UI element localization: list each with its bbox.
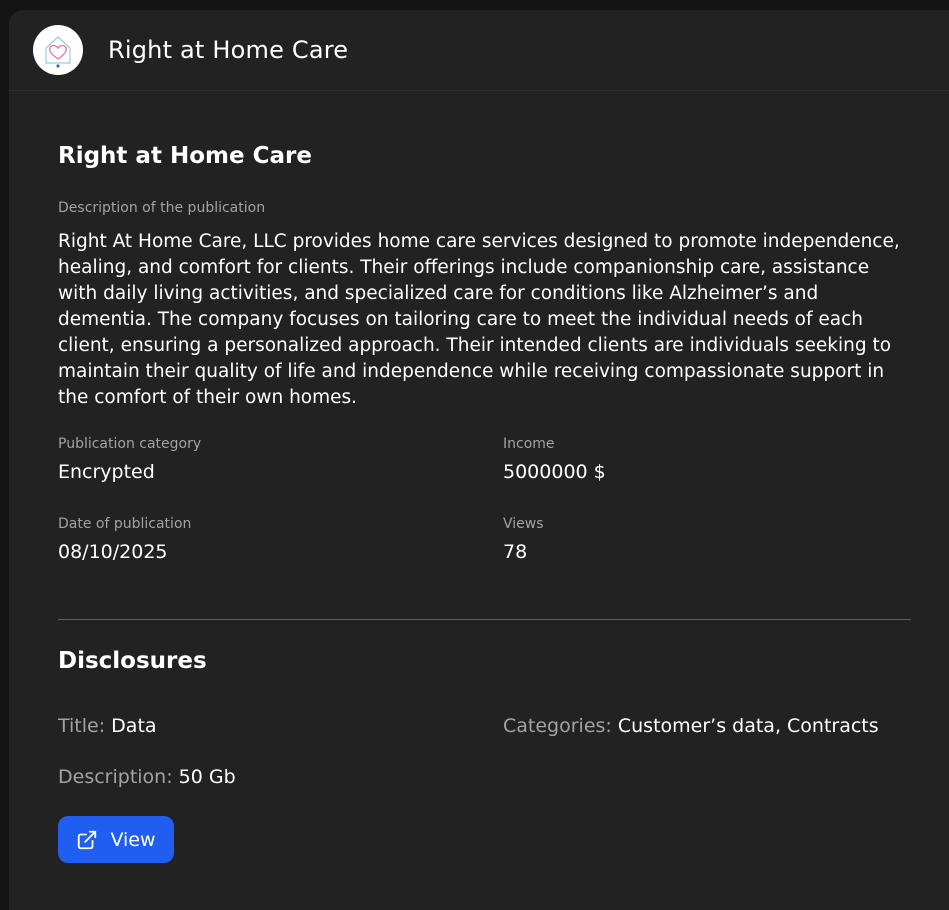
disclosure-description-key: Description:	[58, 766, 173, 788]
category-label: Publication category	[58, 436, 202, 452]
view-button-label: View	[110, 828, 156, 851]
views-field: Views 78	[503, 516, 544, 563]
disclosure-title-value: Data	[111, 715, 157, 737]
description-label: Description of the publication	[58, 200, 266, 216]
heart-house-logo-icon	[45, 36, 71, 68]
views-label: Views	[503, 516, 544, 532]
date-field: Date of publication 08/10/2025	[58, 516, 191, 563]
disclosure-description-value: 50 Gb	[178, 766, 236, 788]
date-label: Date of publication	[58, 516, 192, 532]
header-title: Right at Home Care	[108, 36, 349, 64]
view-button[interactable]: View	[58, 816, 174, 863]
category-field: Publication category Encrypted	[58, 436, 201, 483]
category-value: Encrypted	[58, 461, 155, 483]
disclosure-title: Title: Data	[58, 715, 157, 737]
company-logo	[33, 25, 83, 75]
disclosure-title-key: Title:	[58, 715, 106, 737]
income-label: Income	[503, 436, 555, 452]
card-header: Right at Home Care	[9, 10, 949, 91]
external-link-icon	[76, 829, 98, 851]
disclosure-categories-value: Customer’s data, Contracts	[617, 715, 879, 737]
section-divider	[58, 619, 911, 620]
disclosures-heading: Disclosures	[58, 648, 207, 674]
views-value: 78	[503, 541, 528, 563]
income-value: 5000000 $	[503, 461, 606, 483]
income-field: Income 5000000 $	[503, 436, 606, 483]
publication-card: Right at Home Care Right at Home Care De…	[9, 10, 949, 910]
publication-title: Right at Home Care	[58, 143, 312, 169]
disclosure-categories-key: Categories:	[503, 715, 612, 737]
date-value: 08/10/2025	[58, 541, 168, 563]
description-text: Right At Home Care, LLC provides home ca…	[58, 231, 900, 408]
disclosure-categories: Categories: Customer’s data, Contracts	[503, 715, 879, 737]
disclosure-description: Description: 50 Gb	[58, 766, 236, 788]
